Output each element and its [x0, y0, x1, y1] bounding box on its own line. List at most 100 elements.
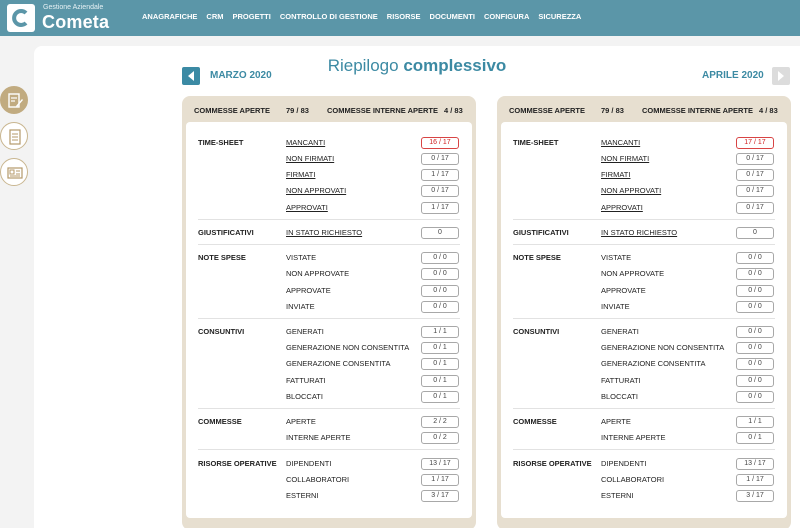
- commesse-aperte-label: COMMESSE APERTE: [509, 106, 585, 115]
- row-ts-mancanti[interactable]: MANCANTI: [601, 138, 640, 147]
- value-ns-inviate: 0 / 0: [736, 301, 774, 313]
- row-cm-aperte: APERTE: [286, 417, 316, 426]
- value-ns-vistate: 0 / 0: [736, 252, 774, 264]
- value-cm-aperte: 1 / 1: [736, 416, 774, 428]
- next-month-button[interactable]: [772, 67, 790, 85]
- value-co-generati: 1 / 1: [421, 326, 459, 338]
- sidebar-timesheet-button[interactable]: [0, 86, 28, 114]
- row-cm-aperte: APERTE: [601, 417, 631, 426]
- row-ts-non-firmati[interactable]: NON FIRMATI: [286, 154, 334, 163]
- nav-sicurezza[interactable]: SICUREZZA: [538, 12, 581, 21]
- panel-header: COMMESSE APERTE 79 / 83 COMMESSE INTERNE…: [182, 96, 476, 123]
- row-co-gen-non-consentita: GENERAZIONE NON CONSENTITA: [601, 343, 725, 352]
- value-ts-non-approvati: 0 / 17: [421, 185, 459, 197]
- commesse-interne-label: COMMESSE INTERNE APERTE: [642, 106, 753, 115]
- row-ts-mancanti[interactable]: MANCANTI: [286, 138, 325, 147]
- value-giu-richiesto: 0: [421, 227, 459, 239]
- row-ro-esterni: ESTERNI: [286, 491, 319, 500]
- value-cm-interne-aperte: 0 / 2: [421, 432, 459, 444]
- row-ts-approvati[interactable]: APPROVATI: [601, 203, 643, 212]
- row-ro-dipendenti: DIPENDENTI: [601, 459, 647, 468]
- newspaper-icon: [7, 167, 23, 179]
- section-timesheet: TIME-SHEET: [198, 138, 244, 147]
- row-giu-richiesto[interactable]: IN STATO RICHIESTO: [601, 228, 677, 237]
- divider: [513, 318, 775, 319]
- row-co-generati: GENERATI: [286, 327, 324, 336]
- prev-month-button[interactable]: [182, 67, 200, 85]
- commesse-interne-value: 4 / 83: [759, 106, 778, 115]
- row-cm-interne-aperte: INTERNE APERTE: [286, 433, 351, 442]
- row-co-bloccati: BLOCCATI: [286, 392, 323, 401]
- cometa-logo-icon[interactable]: [7, 4, 35, 32]
- value-co-fatturati: 0 / 1: [421, 375, 459, 387]
- row-co-generati: GENERATI: [601, 327, 639, 336]
- row-ns-approvate: APPROVATE: [601, 286, 646, 295]
- row-ns-non-approvate: NON APPROVATE: [601, 269, 665, 278]
- row-ts-firmati[interactable]: FIRMATI: [601, 170, 630, 179]
- divider: [513, 449, 775, 450]
- value-ts-firmati: 0 / 17: [736, 169, 774, 181]
- section-consuntivi: CONSUNTIVI: [513, 327, 560, 336]
- row-ro-collaboratori: COLLABORATORI: [286, 475, 350, 484]
- top-bar: Gestione Aziendale Cometa ANAGRAFICHE CR…: [0, 0, 800, 36]
- nav-progetti[interactable]: PROGETTI: [233, 12, 271, 21]
- value-ro-collaboratori: 1 / 17: [736, 474, 774, 486]
- section-timesheet: TIME-SHEET: [513, 138, 559, 147]
- value-ns-non-approvate: 0 / 0: [736, 268, 774, 280]
- row-co-fatturati: FATTURATI: [286, 376, 326, 385]
- nav-risorse[interactable]: RISORSE: [387, 12, 421, 21]
- nav-crm[interactable]: CRM: [206, 12, 223, 21]
- value-cm-interne-aperte: 0 / 1: [736, 432, 774, 444]
- value-ts-mancanti: 16 / 17: [421, 137, 459, 149]
- row-ns-vistate: VISTATE: [601, 253, 632, 262]
- divider: [513, 408, 775, 409]
- value-co-fatturati: 0 / 0: [736, 375, 774, 387]
- divider: [198, 318, 460, 319]
- nav-documenti[interactable]: DOCUMENTI: [430, 12, 475, 21]
- value-cm-aperte: 2 / 2: [421, 416, 459, 428]
- value-co-gen-consentita: 0 / 0: [736, 358, 774, 370]
- section-risorse-operative: RISORSE OPERATIVE: [198, 459, 277, 468]
- divider: [198, 408, 460, 409]
- row-ns-inviate: INVIATE: [286, 302, 315, 311]
- section-note-spese: NOTE SPESE: [513, 253, 561, 262]
- value-ts-non-firmati: 0 / 17: [736, 153, 774, 165]
- next-month-label: APRILE 2020: [702, 70, 764, 81]
- sidebar-news-button[interactable]: [0, 158, 28, 186]
- divider: [198, 449, 460, 450]
- value-co-gen-consentita: 0 / 1: [421, 358, 459, 370]
- row-co-fatturati: FATTURATI: [601, 376, 641, 385]
- row-giu-richiesto[interactable]: IN STATO RICHIESTO: [286, 228, 362, 237]
- row-ns-vistate: VISTATE: [286, 253, 317, 262]
- value-ts-non-firmati: 0 / 17: [421, 153, 459, 165]
- row-ts-non-approvati[interactable]: NON APPROVATI: [286, 186, 346, 195]
- list-document-icon: [9, 129, 21, 145]
- brand-name: Cometa: [42, 12, 110, 32]
- value-ro-collaboratori: 1 / 17: [421, 474, 459, 486]
- value-co-gen-non-consentita: 0 / 1: [421, 342, 459, 354]
- panel-body: TIME-SHEET MANCANTI 16 / 17 NON FIRMATI …: [186, 122, 472, 518]
- sidebar-list-button[interactable]: [0, 122, 28, 150]
- nav-controllo-di-gestione[interactable]: CONTROLLO DI GESTIONE: [280, 12, 378, 21]
- row-ro-dipendenti: DIPENDENTI: [286, 459, 332, 468]
- sidebar: [0, 36, 34, 528]
- row-ts-firmati[interactable]: FIRMATI: [286, 170, 315, 179]
- row-ts-non-firmati[interactable]: NON FIRMATI: [601, 154, 649, 163]
- divider: [513, 219, 775, 220]
- row-ts-non-approvati[interactable]: NON APPROVATI: [601, 186, 661, 195]
- value-ro-dipendenti: 13 / 17: [736, 458, 774, 470]
- commesse-interne-value: 4 / 83: [444, 106, 463, 115]
- section-note-spese: NOTE SPESE: [198, 253, 246, 262]
- commesse-aperte-label: COMMESSE APERTE: [194, 106, 270, 115]
- row-ts-approvati[interactable]: APPROVATI: [286, 203, 328, 212]
- row-ns-inviate: INVIATE: [601, 302, 630, 311]
- value-ns-inviate: 0 / 0: [421, 301, 459, 313]
- value-ts-non-approvati: 0 / 17: [736, 185, 774, 197]
- value-ts-firmati: 1 / 17: [421, 169, 459, 181]
- row-co-gen-non-consentita: GENERAZIONE NON CONSENTITA: [286, 343, 410, 352]
- brand-subtitle: Gestione Aziendale: [43, 4, 104, 11]
- nav-configura[interactable]: CONFIGURA: [484, 12, 529, 21]
- value-ns-non-approvate: 0 / 0: [421, 268, 459, 280]
- nav-anagrafiche[interactable]: ANAGRAFICHE: [142, 12, 197, 21]
- value-ns-approvate: 0 / 0: [736, 285, 774, 297]
